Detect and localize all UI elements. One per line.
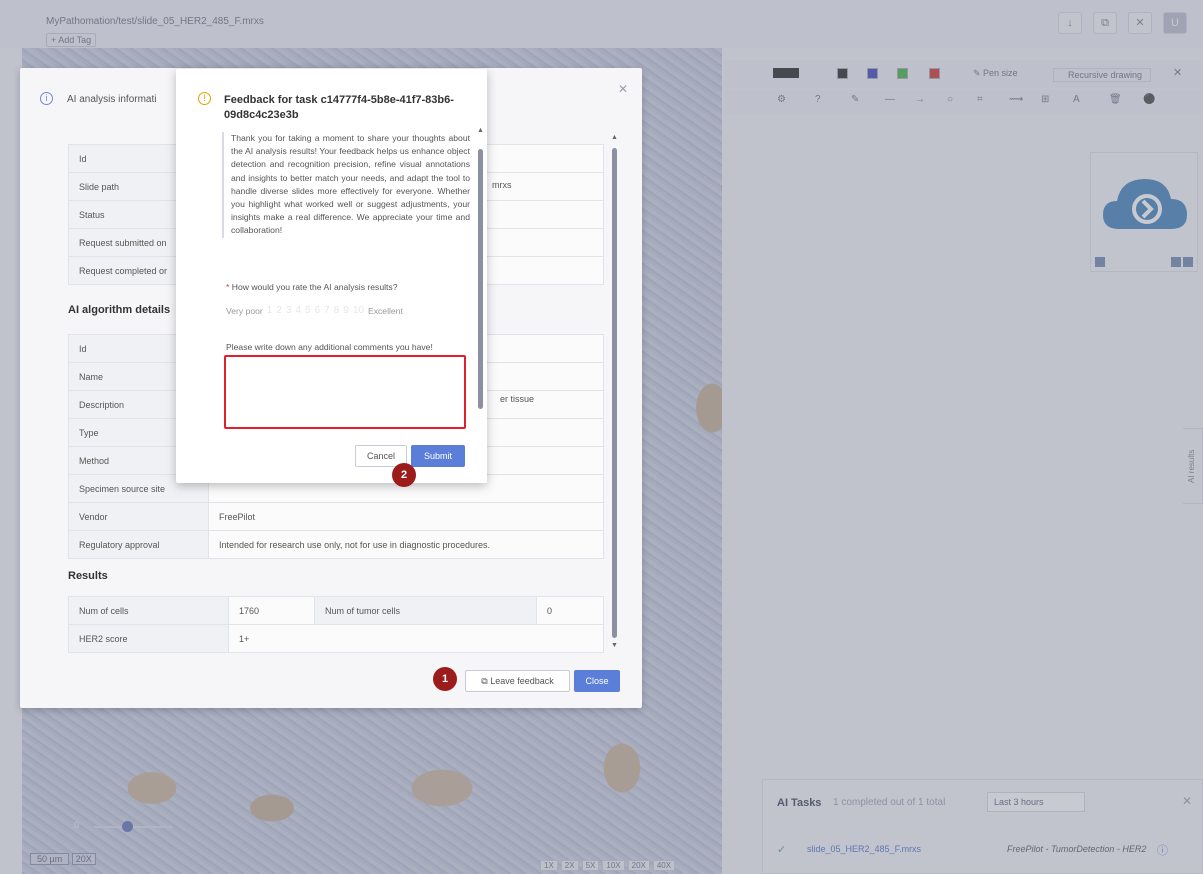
row-value: 1760 [228,596,315,625]
scroll-up-icon[interactable]: ▲ [477,127,484,134]
table-row: Regulatory approval Intended for research… [68,530,604,559]
rating-option-8[interactable]: 8 [334,305,340,316]
feedback-scrollbar[interactable]: ▲ [477,127,484,437]
close-button[interactable]: Close [574,670,620,692]
scroll-down-icon[interactable]: ▼ [611,642,618,649]
rating-option-4[interactable]: 4 [295,305,301,316]
rating-high-label: Excellent [367,305,403,316]
row-value: 1+ [228,624,604,653]
comments-label: Please write down any additional comment… [226,342,433,352]
rating-option-6[interactable]: 6 [315,305,321,316]
row-key: HER2 score [68,624,229,653]
warning-icon: ! [198,92,211,105]
rating-low-label: Very poor [226,305,263,316]
modal-title: AI analysis informati [67,94,157,105]
feedback-icon: ⧉ [481,676,491,686]
row-key: Regulatory approval [68,530,209,559]
table-row: HER2 score 1+ [68,624,604,653]
algorithm-heading: AI algorithm details [68,304,171,316]
row-value: FreePilot [208,502,604,531]
feedback-modal: ! Feedback for task c14777f4-5b8e-41f7-8… [176,69,487,487]
comments-textarea[interactable] [224,355,466,429]
row-key: Num of cells [68,596,229,625]
leave-feedback-label: Leave feedback [490,676,554,686]
info-icon: i [40,92,53,105]
feedback-title: Feedback for task c14777f4-5b8e-41f7-83b… [224,94,454,121]
rating-question: * How would you rate the AI analysis res… [226,282,398,292]
step-badge-2: 2 [392,463,416,487]
close-icon[interactable]: ✕ [618,82,628,96]
results-heading: Results [68,570,108,582]
rating-option-7[interactable]: 7 [324,305,330,316]
rating-scale: Very poor 1 2 3 4 5 6 7 8 9 10 Excellent [226,305,403,316]
rating-option-5[interactable]: 5 [305,305,311,316]
info-scrollbar[interactable]: ▲ ▼ [611,134,618,654]
row-key: Vendor [68,502,209,531]
results-table: Num of cells 1760 Num of tumor cells 0 H… [68,596,604,653]
rating-option-10[interactable]: 10 [353,305,364,316]
slide-path-value: mrxs [492,180,512,190]
row-value: Intended for research use only, not for … [208,530,604,559]
scroll-up-icon[interactable]: ▲ [611,134,618,141]
rating-question-label: How would you rate the AI analysis resul… [231,282,398,292]
rating-option-9[interactable]: 9 [343,305,349,316]
feedback-intro: Thank you for taking a moment to share y… [222,132,470,238]
rating-option-2[interactable]: 2 [276,305,282,316]
step-badge-1: 1 [433,667,457,691]
description-value: er tissue [500,394,535,404]
scroll-thumb[interactable] [478,149,483,409]
scroll-thumb[interactable] [612,148,617,638]
rating-option-3[interactable]: 3 [286,305,292,316]
submit-button[interactable]: Submit [411,445,465,467]
row-value: 0 [536,596,604,625]
row-key: Num of tumor cells [314,596,537,625]
leave-feedback-button[interactable]: ⧉ Leave feedback [465,670,570,692]
table-row: Vendor FreePilot [68,502,604,531]
rating-option-1[interactable]: 1 [267,305,273,316]
table-row: Num of cells 1760 Num of tumor cells 0 [68,596,604,625]
